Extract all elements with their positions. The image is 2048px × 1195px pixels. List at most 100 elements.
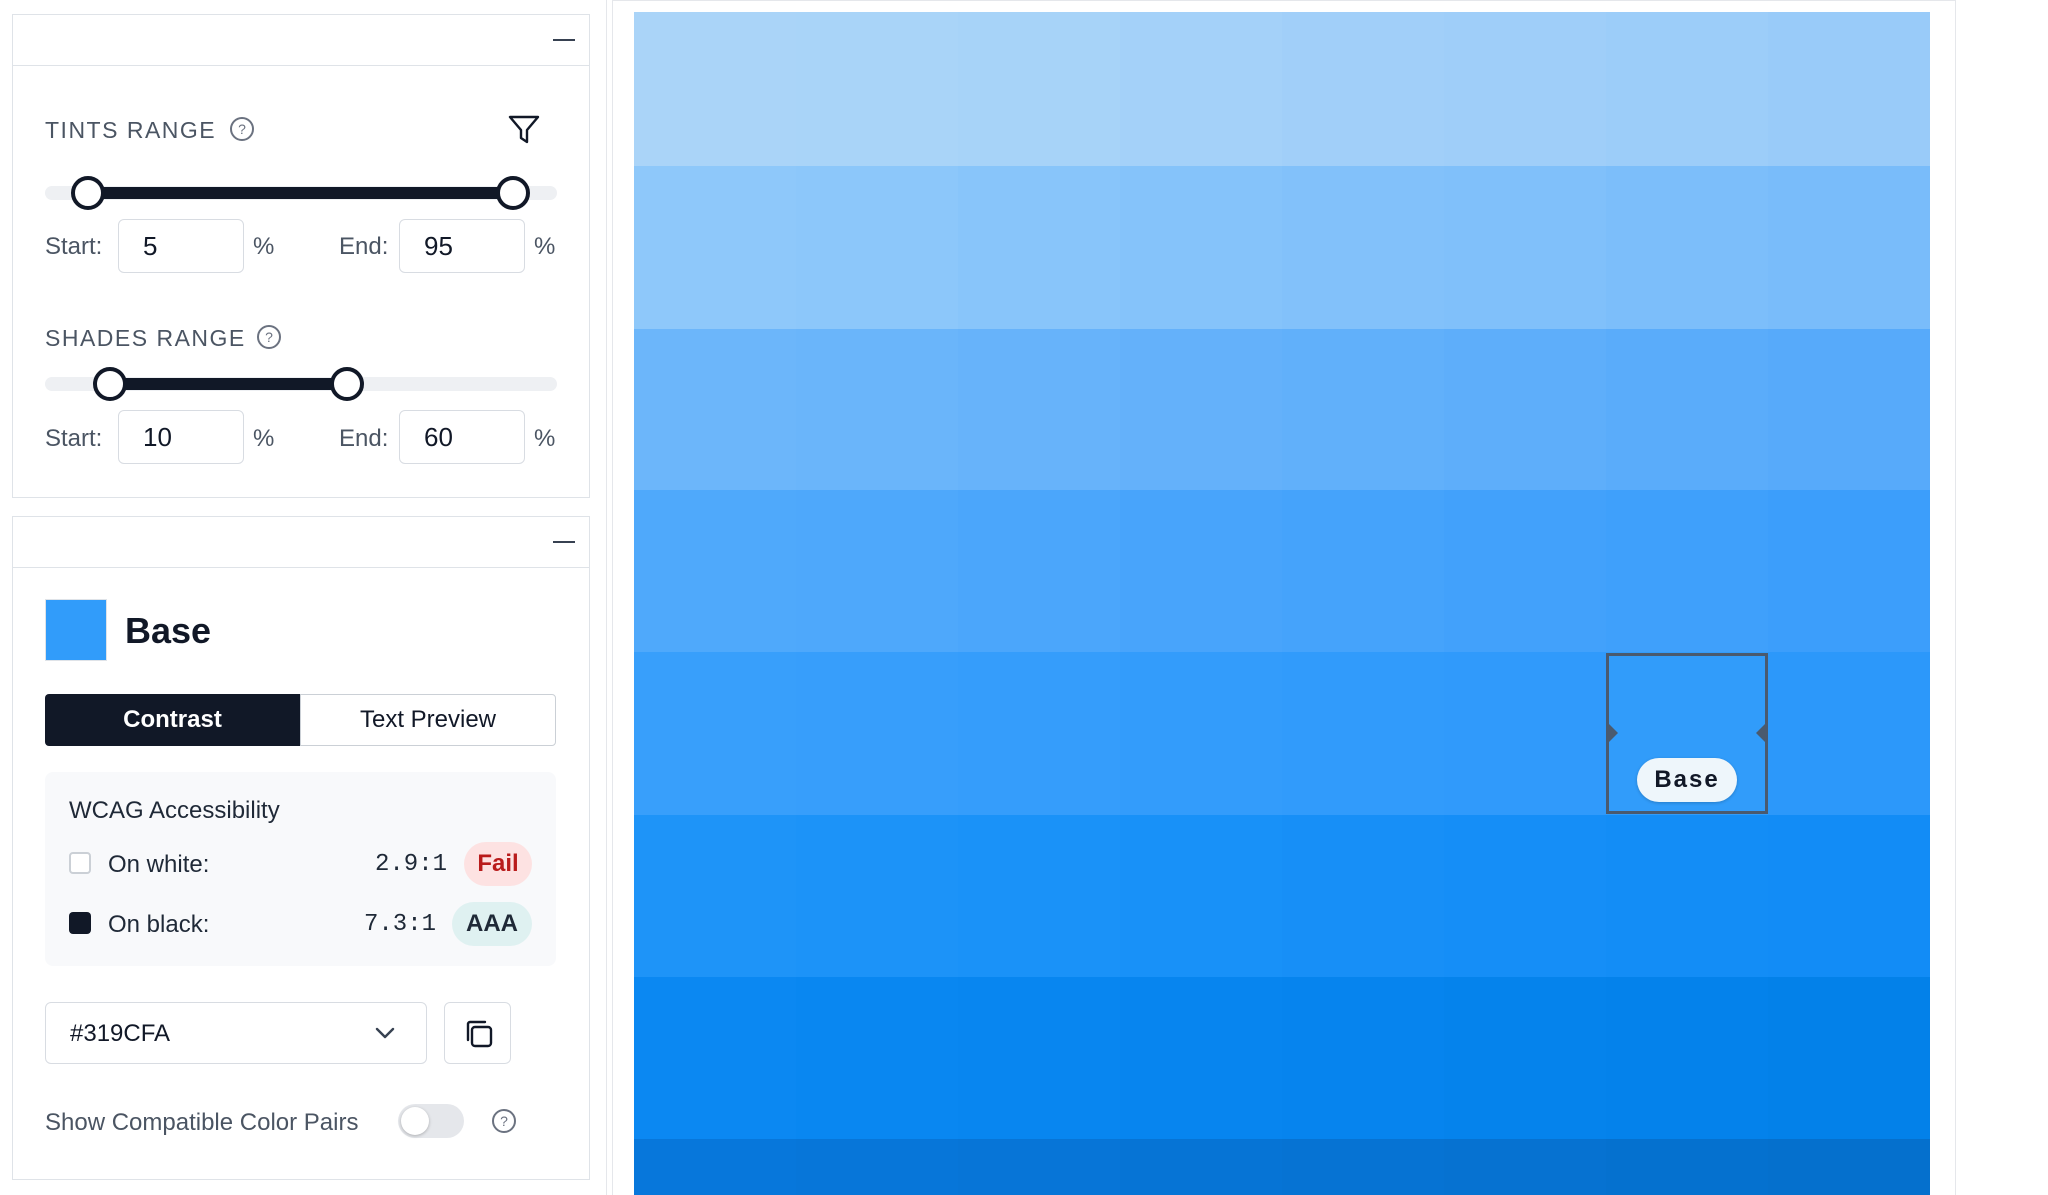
palette-swatch[interactable] [1606,166,1768,329]
palette-swatch[interactable] [958,815,1120,977]
palette-swatch[interactable] [634,166,796,329]
on-black-label: On black: [108,911,210,938]
tab-text-preview[interactable]: Text Preview [300,694,556,746]
on-black-checkbox[interactable] [69,912,91,934]
tab-contrast[interactable]: Contrast [45,694,300,746]
palette-swatch[interactable] [958,490,1120,652]
palette-swatch[interactable] [1768,815,1930,977]
palette-swatch[interactable] [958,166,1120,329]
palette-swatch[interactable] [1444,329,1606,490]
palette-swatch[interactable] [1120,490,1282,652]
palette-swatch[interactable] [1120,12,1282,167]
palette-swatch[interactable] [1282,815,1444,977]
palette-swatch[interactable] [1606,490,1768,652]
palette-swatch[interactable] [1282,329,1444,490]
palette-swatch[interactable] [1282,490,1444,652]
copy-button[interactable] [444,1002,511,1064]
shades-end-handle[interactable] [330,367,364,401]
palette-swatch[interactable] [796,329,958,490]
palette-swatch[interactable] [1768,1139,1930,1195]
palette-swatch[interactable] [634,652,796,815]
palette-swatch[interactable] [1120,815,1282,977]
palette-swatch[interactable] [958,329,1120,490]
tints-range-fill [88,187,513,199]
palette-swatch[interactable] [1282,1139,1444,1195]
shades-start-label: Start: [45,425,103,452]
tints-start-handle[interactable] [71,176,105,210]
compatible-pairs-toggle[interactable] [398,1104,464,1138]
base-cell-badge: Base [1637,758,1737,802]
tints-end-handle[interactable] [496,176,530,210]
chevron-down-icon [375,1027,395,1039]
tints-start-label: Start: [45,233,103,260]
palette-swatch[interactable] [1606,977,1768,1139]
palette-swatch[interactable] [958,12,1120,167]
palette-swatch[interactable] [1444,1139,1606,1195]
palette-swatch[interactable] [1282,652,1444,815]
shades-start-handle[interactable] [93,367,127,401]
collapse-icon[interactable] [553,538,575,546]
palette-swatch[interactable] [1768,652,1930,815]
palette-swatch[interactable] [958,1139,1120,1195]
palette-swatch[interactable] [1606,329,1768,490]
palette-swatch[interactable] [634,1139,796,1195]
palette-row [634,12,1930,167]
palette-swatch[interactable] [1768,12,1930,167]
palette-swatch[interactable] [1282,977,1444,1139]
palette-swatch[interactable] [958,652,1120,815]
help-icon[interactable]: ? [256,324,282,350]
palette-swatch[interactable] [634,815,796,977]
palette-swatch[interactable] [1768,977,1930,1139]
copy-icon [466,1020,493,1048]
palette-swatch[interactable] [1768,329,1930,490]
palette-swatch[interactable] [1444,977,1606,1139]
palette-swatch[interactable] [1444,652,1606,815]
palette-swatch[interactable] [796,652,958,815]
palette-swatch[interactable] [796,12,958,167]
palette-swatch[interactable] [1444,490,1606,652]
palette-swatch[interactable] [1120,166,1282,329]
palette-swatch[interactable] [634,977,796,1139]
base-cell-highlight[interactable]: Base [1606,653,1768,814]
svg-text:?: ? [500,1113,508,1129]
palette-swatch[interactable] [796,815,958,977]
on-white-fail-badge: Fail [464,842,532,886]
collapse-icon[interactable] [553,36,575,44]
palette-swatch[interactable] [1444,12,1606,167]
palette-swatch[interactable] [1120,1139,1282,1195]
palette-swatch[interactable] [796,977,958,1139]
help-icon[interactable]: ? [491,1108,517,1134]
palette-swatch[interactable] [634,490,796,652]
palette-swatch[interactable] [958,977,1120,1139]
palette-swatch[interactable] [1120,977,1282,1139]
palette-swatch[interactable] [1768,166,1930,329]
palette-swatch[interactable] [796,166,958,329]
tints-start-input[interactable] [118,219,244,273]
on-black-ratio: 7.3:1 [364,911,437,938]
tints-range-label: TINTS RANGE [45,117,217,143]
palette-swatch[interactable] [1606,1139,1768,1195]
palette-swatch[interactable] [1444,166,1606,329]
palette-swatch[interactable] [1444,815,1606,977]
help-icon[interactable]: ? [229,116,255,142]
filter-icon[interactable] [507,113,541,147]
shades-end-label: End: [339,425,389,452]
palette-swatch[interactable] [796,490,958,652]
palette-swatch[interactable] [1282,166,1444,329]
base-panel-header [13,517,589,568]
tints-end-input[interactable] [399,219,525,273]
on-white-label: On white: [108,851,210,878]
palette-swatch[interactable] [634,12,796,167]
palette-row [634,329,1930,490]
palette-swatch[interactable] [634,329,796,490]
shades-start-input[interactable] [118,410,244,464]
palette-swatch[interactable] [1282,12,1444,167]
palette-swatch[interactable] [1606,815,1768,977]
palette-swatch[interactable] [796,1139,958,1195]
shades-end-input[interactable] [399,410,525,464]
palette-swatch[interactable] [1120,329,1282,490]
palette-swatch[interactable] [1606,12,1768,167]
on-white-checkbox[interactable] [69,852,91,874]
palette-swatch[interactable] [1768,490,1930,652]
palette-swatch[interactable] [1120,652,1282,815]
